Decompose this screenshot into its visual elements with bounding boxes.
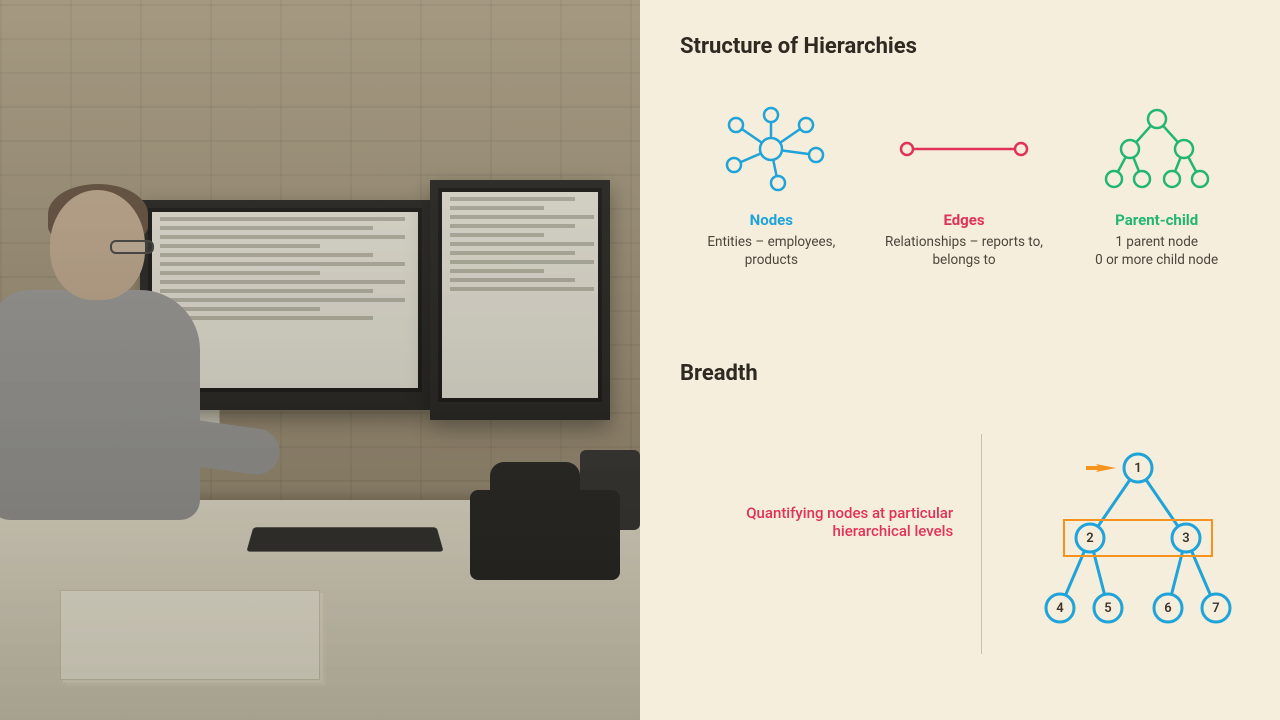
concept-nodes-desc: Entities – employees, products	[681, 233, 861, 269]
section-title-breadth: Breadth	[680, 361, 1248, 386]
svg-text:7: 7	[1212, 601, 1219, 616]
section-title-structure: Structure of Hierarchies	[680, 34, 1248, 59]
concept-parentchild-desc: 1 parent node 0 or more child node	[1095, 233, 1218, 269]
tree-node-7: 7	[1202, 594, 1230, 622]
tree-node-2: 2	[1076, 524, 1104, 552]
concepts-row: Nodes Entities – employees, products Edg…	[680, 101, 1248, 269]
svg-text:5: 5	[1104, 601, 1111, 616]
parent-child-icon	[1092, 101, 1222, 197]
concept-edges: Edges Relationships – reports to, belong…	[873, 101, 1056, 269]
concept-parent-child: Parent-child 1 parent node 0 or more chi…	[1065, 101, 1248, 269]
svg-text:6: 6	[1164, 601, 1171, 616]
breadth-definition: Quantifying nodes at particular hierarch…	[680, 434, 961, 540]
svg-text:4: 4	[1056, 601, 1064, 616]
tree-node-4: 4	[1046, 594, 1074, 622]
tree-node-3: 3	[1172, 524, 1200, 552]
concept-edges-label: Edges	[943, 211, 984, 229]
breadth-tree-diagram: 1 2 3 4	[1008, 434, 1248, 648]
svg-text:3: 3	[1182, 531, 1189, 546]
svg-text:2: 2	[1086, 531, 1093, 546]
concept-edges-desc: Relationships – reports to, belongs to	[874, 233, 1054, 269]
tree-node-6: 6	[1154, 594, 1182, 622]
vertical-divider	[981, 434, 982, 654]
svg-text:1: 1	[1134, 461, 1141, 476]
edges-icon	[889, 101, 1039, 197]
tree-node-5: 5	[1094, 594, 1122, 622]
slide-content: Structure of Hierarchies	[640, 0, 1280, 720]
concept-nodes: Nodes Entities – employees, products	[680, 101, 863, 269]
tree-node-1: 1	[1124, 454, 1152, 482]
breadth-row: Quantifying nodes at particular hierarch…	[680, 434, 1248, 654]
concept-nodes-label: Nodes	[750, 211, 793, 229]
hero-photo	[0, 0, 640, 720]
concept-parentchild-label: Parent-child	[1115, 211, 1198, 229]
nodes-icon	[716, 101, 826, 197]
